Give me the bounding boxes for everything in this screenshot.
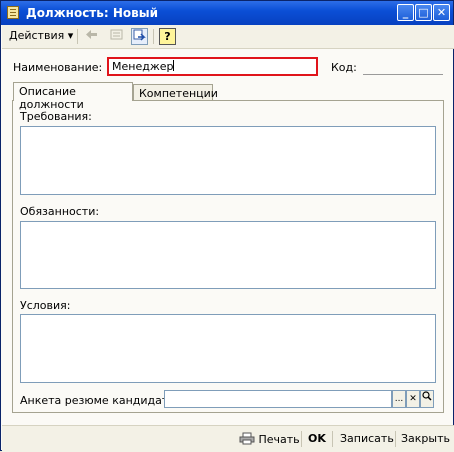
title-bar[interactable]: Должность: Новый _ □ ✕: [1, 1, 453, 25]
window: Должность: Новый _ □ ✕ Действия ▾ ? Наим…: [0, 0, 454, 452]
actions-menu-label: Действия: [9, 29, 65, 42]
questionnaire-label: Анкета резюме кандидата:: [20, 394, 179, 407]
code-field[interactable]: [363, 74, 443, 75]
print-button[interactable]: Печать: [239, 432, 300, 446]
footer-bar: Печать OK Записать Закрыть: [2, 425, 454, 452]
text-cursor: [173, 60, 175, 71]
name-field[interactable]: Менеджер: [107, 57, 318, 76]
name-field-value: Менеджер: [112, 60, 174, 73]
close-button[interactable]: ✕: [433, 4, 450, 21]
chevron-down-icon: ▾: [67, 29, 74, 42]
open-icon[interactable]: [420, 390, 434, 408]
ok-button[interactable]: OK: [308, 432, 326, 445]
close-form-button[interactable]: Закрыть: [401, 432, 450, 445]
toolbar-divider: [77, 29, 78, 44]
code-label: Код:: [331, 61, 357, 74]
conditions-textarea[interactable]: [20, 314, 436, 383]
footer-divider: [395, 431, 396, 447]
select-button[interactable]: ...: [392, 390, 406, 408]
back-arrow-icon[interactable]: [83, 28, 100, 45]
footer-divider: [301, 431, 302, 447]
toolbar-divider: [153, 29, 154, 44]
print-button-label: Печать: [258, 433, 300, 446]
save-button[interactable]: Записать: [340, 432, 394, 445]
questionnaire-field[interactable]: [164, 390, 392, 408]
minimize-button[interactable]: _: [397, 4, 414, 21]
printer-icon: [239, 432, 255, 445]
footer-divider: [332, 431, 333, 447]
maximize-button[interactable]: □: [415, 4, 432, 21]
tab-competencies[interactable]: Компетенции: [133, 84, 218, 101]
conditions-label: Условия:: [20, 299, 71, 312]
requirements-textarea[interactable]: [20, 126, 436, 195]
actions-menu[interactable]: Действия ▾: [9, 29, 73, 42]
go-to-icon[interactable]: [131, 28, 148, 45]
requirements-label: Требования:: [20, 110, 92, 123]
window-title: Должность: Новый: [26, 6, 158, 20]
toolbar: Действия ▾ ?: [2, 25, 454, 49]
name-label: Наименование:: [13, 61, 103, 74]
document-icon: [7, 6, 19, 19]
tab-label: Компетенции: [139, 87, 218, 100]
tab-panel: Требования: Обязанности: Условия:: [12, 100, 444, 413]
hierarchy-icon[interactable]: [108, 28, 125, 45]
tab-job-description[interactable]: Описание должности: [13, 82, 133, 111]
help-icon[interactable]: ?: [159, 28, 176, 45]
duties-label: Обязанности:: [20, 205, 100, 218]
duties-textarea[interactable]: [20, 221, 436, 289]
tab-label: Описание должности: [19, 85, 84, 111]
clear-icon[interactable]: ✕: [406, 390, 420, 408]
